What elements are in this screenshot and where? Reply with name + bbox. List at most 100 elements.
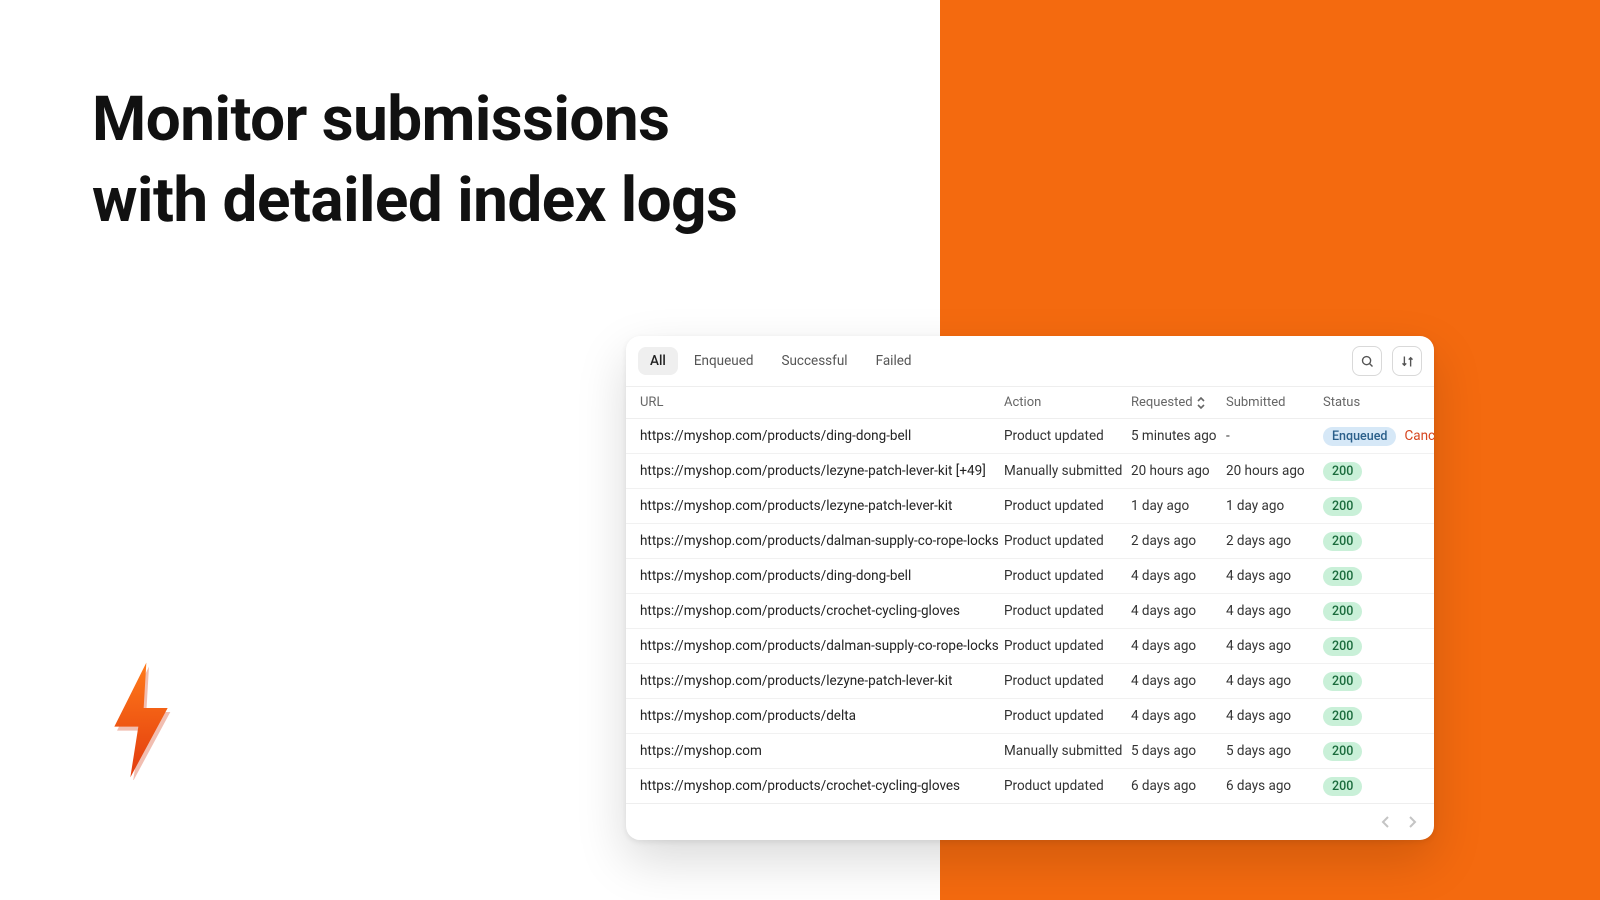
table-row: https://myshop.com/products/lezyne-patch…: [626, 454, 1434, 489]
row-requested: 5 minutes ago: [1131, 428, 1226, 444]
row-status: 200: [1323, 672, 1387, 691]
index-logs-card: AllEnqueuedSuccessfulFailed URL Action R…: [626, 336, 1434, 840]
row-status: Enqueued: [1323, 427, 1396, 446]
table-row: https://myshop.com/products/crochet-cycl…: [626, 594, 1434, 629]
tab-failed[interactable]: Failed: [864, 347, 924, 375]
row-action: Product updated: [1004, 498, 1131, 514]
row-submitted: 4 days ago: [1226, 673, 1323, 689]
row-url[interactable]: https://myshop.com/products/lezyne-patch…: [640, 463, 1004, 479]
row-status: 200: [1323, 462, 1387, 481]
row-status: 200: [1323, 602, 1387, 621]
row-action: Product updated: [1004, 533, 1131, 549]
cancel-link[interactable]: Cancel: [1404, 428, 1434, 444]
prev-page-button[interactable]: [1378, 814, 1394, 830]
row-requested: 6 days ago: [1131, 778, 1226, 794]
row-requested: 4 days ago: [1131, 708, 1226, 724]
table-row: https://myshop.com/products/lezyne-patch…: [626, 664, 1434, 699]
row-submitted: 4 days ago: [1226, 708, 1323, 724]
status-badge-200: 200: [1323, 462, 1362, 481]
bolt-icon: [100, 660, 182, 780]
row-status: 200: [1323, 532, 1387, 551]
page-headline: Monitor submissions with detailed index …: [92, 80, 737, 241]
status-badge-200: 200: [1323, 602, 1362, 621]
row-url[interactable]: https://myshop.com/products/crochet-cycl…: [640, 603, 1004, 619]
col-header-action[interactable]: Action: [1004, 395, 1131, 410]
search-button[interactable]: [1352, 346, 1382, 376]
status-badge-200: 200: [1323, 532, 1362, 551]
sort-indicator-icon: [1196, 397, 1206, 409]
row-action: Product updated: [1004, 428, 1131, 444]
row-url[interactable]: https://myshop.com/products/dalman-suppl…: [640, 533, 1004, 549]
next-page-button[interactable]: [1404, 814, 1420, 830]
row-status: 200: [1323, 497, 1387, 516]
row-submitted: 6 days ago: [1226, 778, 1323, 794]
headline-line-1: Monitor submissions: [92, 83, 669, 156]
row-requested: 4 days ago: [1131, 673, 1226, 689]
sort-icon: [1400, 354, 1415, 369]
row-action: Product updated: [1004, 603, 1131, 619]
row-action: Product updated: [1004, 638, 1131, 654]
row-status: 200: [1323, 707, 1387, 726]
row-action: Product updated: [1004, 708, 1131, 724]
chevron-right-icon: [1407, 816, 1417, 828]
col-header-url[interactable]: URL: [640, 395, 1004, 410]
tab-successful[interactable]: Successful: [769, 347, 859, 375]
col-header-submitted[interactable]: Submitted: [1226, 395, 1323, 410]
row-action: Product updated: [1004, 778, 1131, 794]
row-submitted: 4 days ago: [1226, 568, 1323, 584]
status-badge-200: 200: [1323, 637, 1362, 656]
row-requested: 4 days ago: [1131, 638, 1226, 654]
table-row: https://myshop.com/products/dalman-suppl…: [626, 524, 1434, 559]
table-header: URL Action Requested Submitted Status: [626, 386, 1434, 419]
row-requested: 4 days ago: [1131, 568, 1226, 584]
col-header-requested[interactable]: Requested: [1131, 395, 1226, 410]
table-row: https://myshop.com/products/lezyne-patch…: [626, 489, 1434, 524]
row-requested: 4 days ago: [1131, 603, 1226, 619]
row-submitted: 1 day ago: [1226, 498, 1323, 514]
row-url[interactable]: https://myshop.com/products/lezyne-patch…: [640, 673, 1004, 689]
row-url[interactable]: https://myshop.com/products/crochet-cycl…: [640, 778, 1004, 794]
row-requested: 20 hours ago: [1131, 463, 1226, 479]
row-requested: 2 days ago: [1131, 533, 1226, 549]
col-header-status[interactable]: Status: [1323, 395, 1387, 410]
row-url[interactable]: https://myshop.com/products/delta: [640, 708, 1004, 724]
row-status: 200: [1323, 637, 1387, 656]
sort-button[interactable]: [1392, 346, 1422, 376]
col-header-requested-label: Requested: [1131, 395, 1193, 410]
pagination-footer: [626, 803, 1434, 840]
row-action: Product updated: [1004, 673, 1131, 689]
status-badge-200: 200: [1323, 567, 1362, 586]
row-url[interactable]: https://myshop.com/products/ding-dong-be…: [640, 428, 1004, 444]
status-badge-200: 200: [1323, 742, 1362, 761]
chevron-left-icon: [1381, 816, 1391, 828]
status-badge-200: 200: [1323, 497, 1362, 516]
tabs-row: AllEnqueuedSuccessfulFailed: [626, 336, 1434, 386]
table-row: https://myshop.com/products/deltaProduct…: [626, 699, 1434, 734]
headline-line-2: with detailed index logs: [92, 164, 737, 237]
row-submitted: 5 days ago: [1226, 743, 1323, 759]
table-row: https://myshop.com/products/ding-dong-be…: [626, 559, 1434, 594]
row-submitted: 4 days ago: [1226, 638, 1323, 654]
row-action: Manually submitted: [1004, 463, 1131, 479]
row-requested: 5 days ago: [1131, 743, 1226, 759]
search-icon: [1360, 354, 1375, 369]
status-badge-200: 200: [1323, 672, 1362, 691]
row-submitted: 4 days ago: [1226, 603, 1323, 619]
row-url[interactable]: https://myshop.com/products/lezyne-patch…: [640, 498, 1004, 514]
row-action: Product updated: [1004, 568, 1131, 584]
tab-all[interactable]: All: [638, 347, 678, 375]
table-row: https://myshop.com/products/ding-dong-be…: [626, 419, 1434, 454]
row-url[interactable]: https://myshop.com: [640, 743, 1004, 759]
row-url[interactable]: https://myshop.com/products/dalman-suppl…: [640, 638, 1004, 654]
row-submitted: -: [1226, 428, 1323, 444]
row-status: 200: [1323, 567, 1387, 586]
table-row: https://myshop.com/products/dalman-suppl…: [626, 629, 1434, 664]
status-badge-200: 200: [1323, 707, 1362, 726]
status-badge-200: 200: [1323, 777, 1362, 796]
status-badge-enqueued: Enqueued: [1323, 427, 1396, 446]
table-row: https://myshop.comManually submitted5 da…: [626, 734, 1434, 769]
row-status: 200: [1323, 777, 1387, 796]
table-row: https://myshop.com/products/crochet-cycl…: [626, 769, 1434, 803]
tab-enqueued[interactable]: Enqueued: [682, 347, 766, 375]
row-url[interactable]: https://myshop.com/products/ding-dong-be…: [640, 568, 1004, 584]
